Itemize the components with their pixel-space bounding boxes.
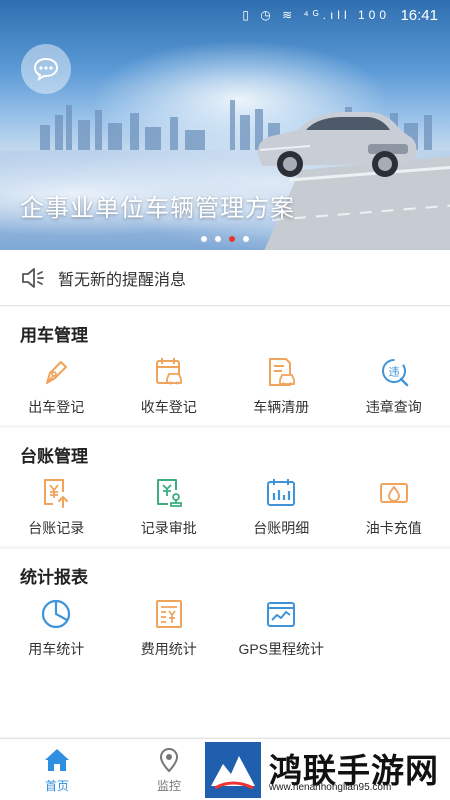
- carousel-dot[interactable]: [201, 236, 207, 242]
- nav-label: 监控: [156, 779, 181, 793]
- menu-item-label: 油卡充值: [365, 520, 422, 536]
- section-ledger-management: 台账管理 台账记录 记录审批 台账明细 油卡充值: [0, 428, 450, 546]
- menu-item-label: 台账记录: [28, 520, 85, 536]
- nav-label: 首页: [44, 779, 69, 793]
- section-statistics-reports: 统计报表 用车统计 费用统计 GPS里程统计: [0, 549, 450, 737]
- nav-tab-home[interactable]: 首页: [27, 747, 87, 794]
- banner-title: 企事业单位车辆管理方案: [20, 195, 295, 222]
- function-grid: 出车登记 收车登记 车辆清册 违 违章查询: [0, 355, 450, 417]
- section-title: 用车管理: [20, 326, 88, 345]
- menu-item-fuel-card-topup[interactable]: 油卡充值: [338, 476, 450, 538]
- menu-item-checkin[interactable]: 收车登记: [113, 355, 226, 417]
- document-approval-icon: [156, 479, 182, 507]
- violation-search-icon: 违: [381, 359, 408, 387]
- calendar-bars-icon: [267, 479, 296, 506]
- nav-tab-monitor[interactable]: 监控: [139, 747, 199, 794]
- menu-item-label: 记录审批: [140, 520, 197, 536]
- menu-item-ledger-record[interactable]: 台账记录: [0, 476, 113, 538]
- menu-item-label: 费用统计: [140, 641, 197, 657]
- menu-item-violation-query[interactable]: 违 违章查询: [338, 355, 450, 417]
- yen-upload-icon: [44, 479, 69, 508]
- menu-item-expense-stats[interactable]: 费用统计: [113, 597, 226, 659]
- line-chart-icon: [267, 602, 296, 627]
- menu-item-vehicle-list[interactable]: 车辆清册: [225, 355, 338, 417]
- menu-item-label: 收车登记: [140, 399, 197, 415]
- menu-item-gps-mileage-stats[interactable]: GPS里程统计: [225, 597, 338, 659]
- carousel-dot-active[interactable]: [229, 236, 235, 242]
- menu-item-label: 车辆清册: [253, 399, 310, 415]
- watermark-url: www.henanhonglian95.com: [269, 782, 392, 793]
- menu-item-label: GPS里程统计: [238, 641, 325, 657]
- menu-item-record-approval[interactable]: 记录审批: [113, 476, 226, 538]
- section-title: 台账管理: [20, 447, 88, 466]
- fuel-card-icon: [379, 483, 408, 503]
- notice-bar[interactable]: 暂无新的提醒消息: [0, 250, 450, 306]
- menu-item-label: 出车登记: [28, 399, 85, 415]
- menu-item-checkout[interactable]: 出车登记: [0, 355, 113, 417]
- menu-item-ledger-details[interactable]: 台账明细: [225, 476, 338, 538]
- section-vehicle-usage: 用车管理 出车登记 收车登记 车辆清册 违 违章查询: [0, 307, 450, 425]
- carousel-dot[interactable]: [215, 236, 221, 242]
- status-icons: ▯ ◷ ≋ ⁴ᴳ.ıll 100: [242, 8, 390, 22]
- menu-item-label: 用车统计: [28, 641, 85, 657]
- speaker-icon: [22, 267, 44, 288]
- pen-nib-icon: [46, 361, 68, 384]
- watermark-logo: [205, 742, 261, 798]
- section-title: 统计报表: [20, 568, 88, 587]
- carousel-dot[interactable]: [243, 236, 249, 242]
- expense-list-icon: [155, 600, 182, 628]
- location-pin-icon: [159, 747, 179, 773]
- menu-item-usage-stats[interactable]: 用车统计: [0, 597, 113, 659]
- status-time: 16:41: [400, 7, 438, 24]
- menu-item-label: 违章查询: [365, 399, 422, 415]
- home-icon: [45, 749, 69, 771]
- chat-button[interactable]: [21, 44, 71, 94]
- car-image: [257, 112, 417, 177]
- pie-chart-icon: [42, 599, 71, 629]
- hero-banner[interactable]: ▯ ◷ ≋ ⁴ᴳ.ıll 100 16:41 企事业单位车辆管理方案: [0, 0, 450, 250]
- chat-bubble-icon: [33, 57, 59, 81]
- calendar-car-icon: [155, 358, 182, 385]
- function-grid: 用车统计 费用统计 GPS里程统计: [0, 597, 450, 659]
- menu-item-label: 台账明细: [253, 520, 310, 536]
- watermark-overlay: 鸿联手游网 www.henanhonglian95.com: [203, 742, 450, 800]
- document-car-icon: [269, 358, 296, 386]
- svg-text:违: 违: [388, 366, 399, 379]
- function-grid: 台账记录 记录审批 台账明细 油卡充值: [0, 476, 450, 538]
- status-bar: ▯ ◷ ≋ ⁴ᴳ.ıll 100 16:41: [0, 0, 450, 30]
- notice-text: 暂无新的提醒消息: [58, 271, 187, 289]
- carousel-dots[interactable]: [201, 236, 249, 242]
